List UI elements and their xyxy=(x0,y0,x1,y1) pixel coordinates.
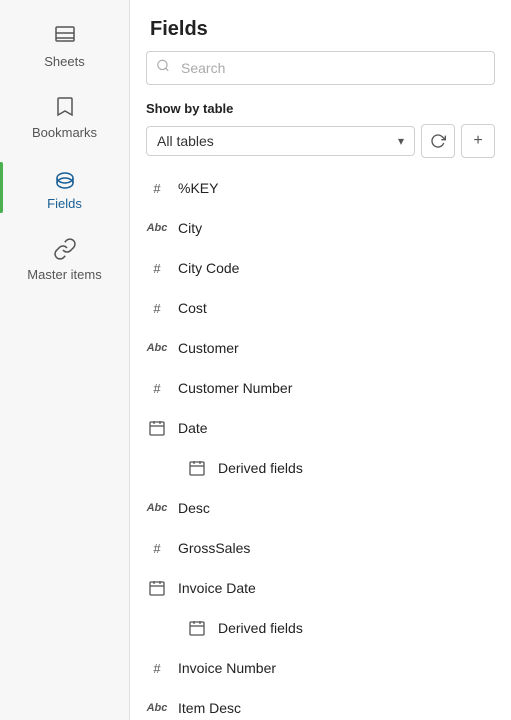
field-name: Invoice Date xyxy=(178,580,256,596)
field-item-cost[interactable]: # Cost xyxy=(130,288,511,328)
field-item-city[interactable]: Abc City xyxy=(130,208,511,248)
search-input[interactable] xyxy=(146,51,495,85)
abc-icon: Abc xyxy=(146,217,168,239)
add-button[interactable]: + xyxy=(461,124,495,158)
main-content: Fields Show by table All tables ▾ xyxy=(130,0,511,720)
field-name: Customer xyxy=(178,340,239,356)
sheets-icon xyxy=(51,22,79,50)
field-item-date-derived[interactable]: Derived fields xyxy=(130,448,511,488)
field-name: Desc xyxy=(178,500,210,516)
abc-icon: Abc xyxy=(146,337,168,359)
sidebar-item-master-items[interactable]: Master items xyxy=(0,223,129,294)
page-title: Fields xyxy=(130,0,511,51)
show-by-table-section: Show by table All tables ▾ + xyxy=(130,97,511,168)
field-name: %KEY xyxy=(178,180,218,196)
field-name: City Code xyxy=(178,260,239,276)
sidebar-item-bookmarks[interactable]: Bookmarks xyxy=(0,81,129,152)
field-name: Cost xyxy=(178,300,207,316)
field-item-customer-number[interactable]: # Customer Number xyxy=(130,368,511,408)
field-item-item-desc[interactable]: Abc Item Desc xyxy=(130,688,511,720)
field-name: Item Desc xyxy=(178,700,241,716)
field-item-invoice-number[interactable]: # Invoice Number xyxy=(130,648,511,688)
abc-icon: Abc xyxy=(146,497,168,519)
field-name: Invoice Number xyxy=(178,660,276,676)
fields-icon xyxy=(51,164,79,192)
refresh-button[interactable] xyxy=(421,124,455,158)
fields-list: # %KEY Abc City # City Code # Cost Abc C… xyxy=(130,168,511,720)
field-item-gross-sales[interactable]: # GrossSales xyxy=(130,528,511,568)
sidebar-label-fields: Fields xyxy=(47,196,82,211)
search-icon xyxy=(156,59,170,78)
calendar-icon xyxy=(146,577,168,599)
sidebar-label-master-items: Master items xyxy=(27,267,101,282)
field-name: Derived fields xyxy=(218,620,303,636)
hash-icon: # xyxy=(146,257,168,279)
hash-icon: # xyxy=(146,297,168,319)
plus-icon: + xyxy=(473,132,482,150)
calendar-icon xyxy=(186,457,208,479)
hash-icon: # xyxy=(146,177,168,199)
calendar-icon xyxy=(146,417,168,439)
field-item-invoice-date[interactable]: Invoice Date xyxy=(130,568,511,608)
sidebar-item-fields[interactable]: Fields xyxy=(0,152,129,223)
field-item-date[interactable]: Date xyxy=(130,408,511,448)
abc-icon: Abc xyxy=(146,697,168,719)
hash-icon: # xyxy=(146,377,168,399)
table-filter-row: All tables ▾ + xyxy=(146,124,495,158)
field-name: Date xyxy=(178,420,208,436)
bookmarks-icon xyxy=(51,93,79,121)
table-dropdown-value: All tables xyxy=(157,133,214,149)
chevron-down-icon: ▾ xyxy=(398,134,404,148)
field-item-desc[interactable]: Abc Desc xyxy=(130,488,511,528)
table-dropdown[interactable]: All tables ▾ xyxy=(146,126,415,156)
show-by-label: Show by table xyxy=(146,101,495,116)
field-name: Derived fields xyxy=(218,460,303,476)
field-item-key[interactable]: # %KEY xyxy=(130,168,511,208)
master-items-icon xyxy=(51,235,79,263)
field-item-customer[interactable]: Abc Customer xyxy=(130,328,511,368)
sidebar-item-sheets[interactable]: Sheets xyxy=(0,10,129,81)
search-bar xyxy=(146,51,495,85)
field-item-invoice-date-derived[interactable]: Derived fields xyxy=(130,608,511,648)
calendar-icon xyxy=(186,617,208,639)
hash-icon: # xyxy=(146,537,168,559)
field-name: GrossSales xyxy=(178,540,250,556)
sidebar-label-bookmarks: Bookmarks xyxy=(32,125,97,140)
field-name: City xyxy=(178,220,202,236)
sidebar: Sheets Bookmarks Fields Master i xyxy=(0,0,130,720)
sidebar-label-sheets: Sheets xyxy=(44,54,84,69)
field-item-city-code[interactable]: # City Code xyxy=(130,248,511,288)
hash-icon: # xyxy=(146,657,168,679)
field-name: Customer Number xyxy=(178,380,292,396)
